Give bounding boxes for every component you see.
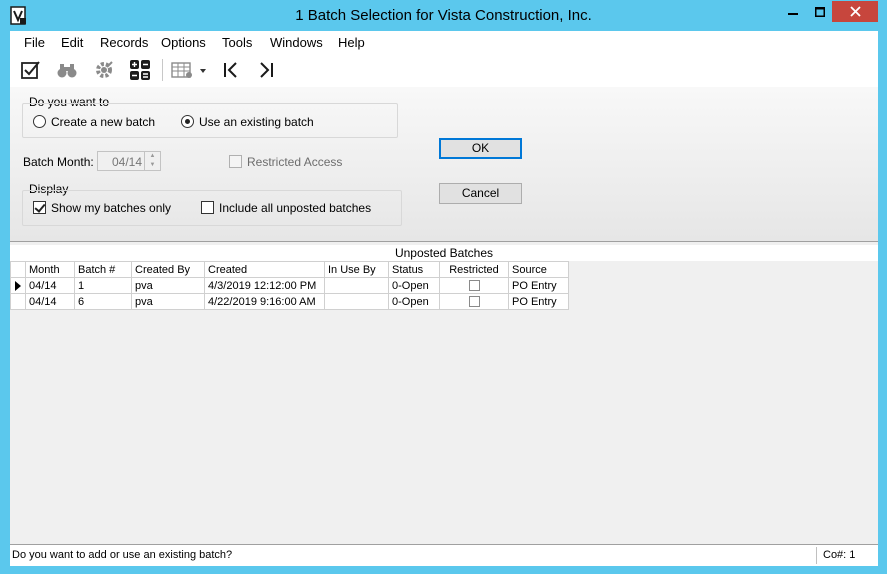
last-record-icon [260, 62, 273, 78]
cell-month[interactable]: 04/14 [25, 293, 75, 310]
maximize-button[interactable] [808, 1, 832, 22]
column-header-created-by[interactable]: Created By [131, 261, 205, 278]
title-bar[interactable]: 1 Batch Selection for Vista Construction… [0, 0, 887, 31]
first-record-button[interactable] [219, 58, 243, 82]
column-header-batch[interactable]: Batch # [74, 261, 132, 278]
column-header-status[interactable]: Status [388, 261, 440, 278]
unposted-batches-grid-area: Unposted Batches Month Batch # Created B… [10, 241, 878, 543]
minimize-icon [788, 12, 798, 15]
menu-bar: File Edit Records Options Tools Windows … [10, 31, 878, 53]
menu-tools[interactable]: Tools [222, 35, 252, 50]
status-bar: Do you want to add or use an existing ba… [10, 544, 878, 566]
cell-restricted[interactable] [439, 277, 509, 294]
close-icon [849, 6, 861, 17]
cell-created-by[interactable]: pva [131, 277, 205, 294]
restricted-checkbox[interactable] [468, 280, 480, 292]
cell-batch[interactable]: 1 [74, 277, 132, 294]
grid-options-button[interactable] [170, 58, 208, 82]
create-new-batch-radio[interactable] [33, 115, 46, 128]
last-record-button[interactable] [254, 58, 278, 82]
table-row[interactable]: 04/14 1 pva 4/3/2019 12:12:00 PM 0-Open … [10, 277, 569, 294]
first-record-icon [224, 62, 237, 78]
cell-created-by[interactable]: pva [131, 293, 205, 310]
column-header-in-use-by[interactable]: In Use By [324, 261, 389, 278]
cell-month[interactable]: 04/14 [25, 277, 75, 294]
cell-created[interactable]: 4/22/2019 9:16:00 AM [204, 293, 325, 310]
menu-edit[interactable]: Edit [61, 35, 83, 50]
check-edit-icon [21, 61, 40, 79]
toolbar-separator [162, 59, 163, 81]
column-header-source[interactable]: Source [508, 261, 569, 278]
gear-icon [96, 61, 113, 78]
cell-source[interactable]: PO Entry [508, 277, 569, 294]
company-indicator: Co#: 1 [816, 547, 876, 564]
table-header-row: Month Batch # Created By Created In Use … [10, 261, 569, 278]
client-area: File Edit Records Options Tools Windows … [10, 31, 878, 566]
toolbar [10, 53, 878, 87]
grid-options-icon [171, 62, 206, 78]
cell-restricted[interactable] [439, 293, 509, 310]
cell-created[interactable]: 4/3/2019 12:12:00 PM [204, 277, 325, 294]
batch-month-spinner[interactable]: ▲ ▼ [144, 152, 160, 170]
use-existing-batch-radio[interactable] [181, 115, 194, 128]
settings-button[interactable] [92, 58, 116, 82]
unposted-batches-table[interactable]: Month Batch # Created By Created In Use … [10, 261, 569, 310]
calculator-icon [130, 60, 150, 80]
show-my-batches-checkbox[interactable] [33, 201, 46, 214]
menu-file[interactable]: File [24, 35, 45, 50]
spin-down-icon[interactable]: ▼ [145, 161, 160, 170]
restricted-access-checkbox[interactable] [229, 155, 242, 168]
row-indicator-header [10, 261, 26, 278]
ok-button[interactable]: OK [439, 138, 522, 159]
table-row[interactable]: 04/14 6 pva 4/22/2019 9:16:00 AM 0-Open … [10, 293, 569, 310]
cell-batch[interactable]: 6 [74, 293, 132, 310]
menu-help[interactable]: Help [338, 35, 365, 50]
batch-month-input[interactable]: 04/14 ▲ ▼ [97, 151, 161, 171]
grid-caption: Unposted Batches [10, 245, 878, 261]
current-row-indicator [10, 277, 26, 294]
find-button[interactable] [55, 58, 79, 82]
window-title: 1 Batch Selection for Vista Construction… [295, 7, 592, 24]
cell-source[interactable]: PO Entry [508, 293, 569, 310]
close-button[interactable] [832, 1, 878, 22]
spin-up-icon[interactable]: ▲ [145, 152, 160, 161]
current-row-arrow-icon [15, 280, 21, 291]
menu-windows[interactable]: Windows [270, 35, 323, 50]
restricted-checkbox[interactable] [468, 296, 480, 308]
calculator-button[interactable] [128, 58, 152, 82]
cell-status[interactable]: 0-Open [388, 293, 440, 310]
include-unposted-label[interactable]: Include all unposted batches [219, 201, 371, 215]
status-message: Do you want to add or use an existing ba… [12, 549, 233, 561]
maximize-icon [815, 6, 825, 17]
cell-in-use-by[interactable] [324, 277, 389, 294]
show-my-batches-label[interactable]: Show my batches only [51, 201, 171, 215]
menu-records[interactable]: Records [100, 35, 148, 50]
row-indicator [10, 293, 26, 310]
batch-month-value: 04/14 [111, 155, 142, 169]
minimize-button[interactable] [781, 1, 805, 22]
create-new-batch-label[interactable]: Create a new batch [51, 115, 155, 129]
binoculars-icon [57, 64, 77, 78]
include-unposted-checkbox[interactable] [201, 201, 214, 214]
restricted-access-label: Restricted Access [247, 155, 343, 169]
use-existing-batch-label[interactable]: Use an existing batch [199, 115, 314, 129]
cell-status[interactable]: 0-Open [388, 277, 440, 294]
cell-in-use-by[interactable] [324, 293, 389, 310]
menu-options[interactable]: Options [161, 35, 206, 50]
check-edit-button[interactable] [19, 58, 43, 82]
column-header-month[interactable]: Month [25, 261, 75, 278]
column-header-created[interactable]: Created [204, 261, 325, 278]
column-header-restricted[interactable]: Restricted [439, 261, 509, 278]
batch-form: Do you want to Create a new batch Use an… [10, 87, 878, 241]
batch-selection-window: 1 Batch Selection for Vista Construction… [0, 0, 887, 574]
batch-month-label: Batch Month: [23, 155, 94, 169]
cancel-button[interactable]: Cancel [439, 183, 522, 204]
